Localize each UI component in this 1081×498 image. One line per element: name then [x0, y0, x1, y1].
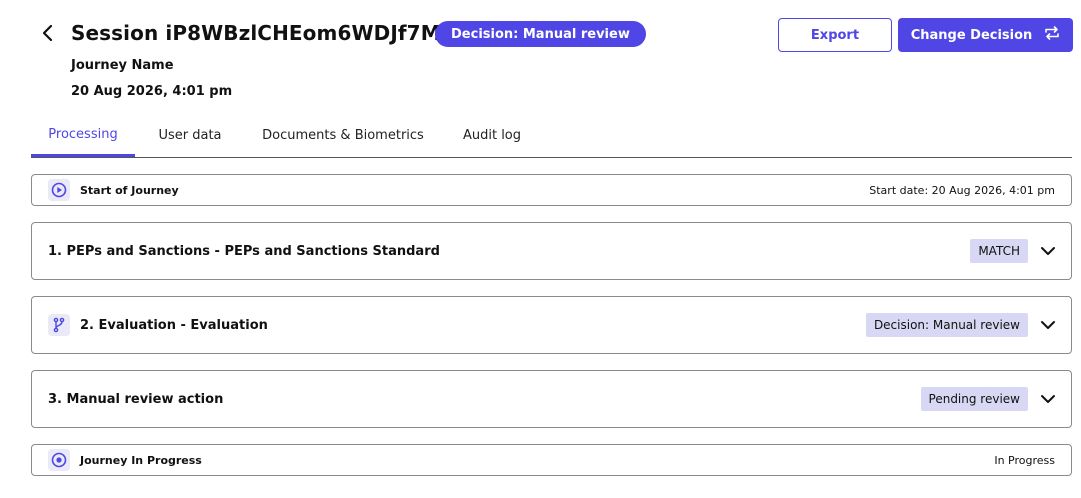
swap-arrows-icon: [1044, 25, 1060, 45]
back-button[interactable]: [34, 22, 60, 48]
session-datetime: 20 Aug 2026, 4:01 pm: [71, 84, 233, 99]
chevron-down-icon[interactable]: [1039, 242, 1057, 260]
status-badge: Decision: Manual review: [865, 313, 1028, 337]
step-peps-sanctions[interactable]: 1. PEPs and Sanctions - PEPs and Sanctio…: [31, 222, 1072, 280]
chevron-down-icon[interactable]: [1039, 316, 1057, 334]
timeline-start-title: Start of Journey: [80, 183, 179, 197]
timeline-end-card: Journey In Progress In Progress: [31, 444, 1072, 476]
page-title: Session iP8WBzlCHEom6WDJf7Mg_R: [71, 21, 481, 45]
journey-name: Journey Name: [71, 58, 174, 73]
step-title: 3. Manual review action: [48, 391, 224, 407]
tab-bar: Processing User data Documents & Biometr…: [31, 114, 1072, 158]
step-title: 1. PEPs and Sanctions - PEPs and Sanctio…: [48, 243, 440, 259]
tab-audit-log[interactable]: Audit log: [453, 114, 531, 156]
tab-label: User data: [158, 127, 222, 143]
tab-label: Processing: [48, 126, 118, 142]
play-circle-icon: [48, 179, 70, 201]
timeline-end-title: Journey In Progress: [80, 453, 202, 467]
tab-label: Documents & Biometrics: [262, 127, 424, 143]
decision-badge: Decision: Manual review: [435, 21, 646, 47]
step-title: 2. Evaluation - Evaluation: [80, 317, 268, 333]
tab-label: Audit log: [462, 127, 522, 143]
tab-user-data[interactable]: User data: [147, 114, 233, 156]
export-button[interactable]: Export: [778, 18, 892, 52]
tab-documents-biometrics[interactable]: Documents & Biometrics: [253, 114, 433, 156]
export-button-label: Export: [810, 27, 860, 43]
chevron-left-icon: [40, 24, 54, 46]
status-badge: MATCH: [970, 239, 1028, 263]
status-badge: Pending review: [920, 387, 1028, 411]
change-decision-button[interactable]: Change Decision: [898, 18, 1073, 52]
step-evaluation[interactable]: 2. Evaluation - Evaluation Decision: Man…: [31, 296, 1072, 354]
timeline-start-card: Start of Journey Start date: 20 Aug 2026…: [31, 174, 1072, 206]
start-date: Start date: 20 Aug 2026, 4:01 pm: [869, 183, 1055, 197]
target-circle-icon: [48, 449, 70, 471]
chevron-down-icon[interactable]: [1039, 390, 1057, 408]
tab-processing[interactable]: Processing: [31, 114, 135, 157]
journey-status: In Progress: [994, 453, 1055, 467]
branch-icon: [48, 314, 70, 336]
change-decision-label: Change Decision: [910, 27, 1033, 43]
step-manual-review[interactable]: 3. Manual review action Pending review: [31, 370, 1072, 428]
